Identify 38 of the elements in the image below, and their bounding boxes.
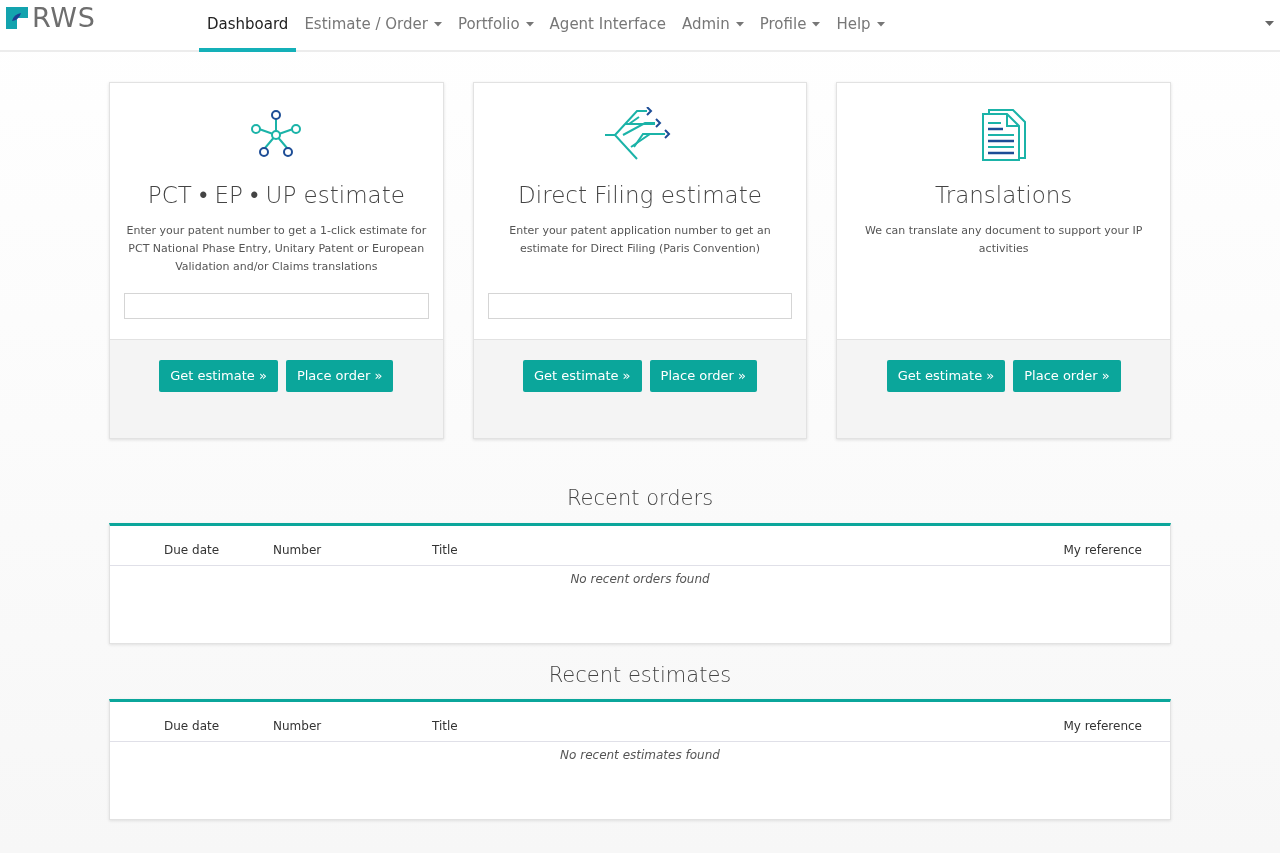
column-header: Due date bbox=[164, 541, 221, 559]
document-icon bbox=[980, 107, 1027, 161]
column-header: My reference bbox=[1063, 541, 1143, 559]
column-header: Title bbox=[432, 718, 459, 735]
action-button[interactable]: Get estimate » bbox=[522, 360, 642, 392]
caret-icon[interactable] bbox=[1265, 21, 1274, 27]
section-title: Recent orders bbox=[565, 485, 715, 512]
card-title: Direct Filing estimate bbox=[518, 181, 762, 210]
nav-tab[interactable]: Agent Interface bbox=[541, 0, 674, 52]
card-description: Enter your patent application number to get an estimate for Direct Filing (Paris Convention) bbox=[508, 222, 772, 257]
input-field[interactable] bbox=[124, 293, 429, 319]
action-button[interactable]: Place order » bbox=[1013, 360, 1121, 392]
nav-tab[interactable]: Admin bbox=[673, 0, 752, 52]
action-button[interactable]: Place order » bbox=[285, 360, 394, 392]
logo-icon bbox=[6, 6, 28, 29]
card-title: PCT • EP • UP estimate bbox=[147, 181, 405, 210]
column-header: Number bbox=[273, 718, 323, 735]
nav-tab[interactable]: Estimate / Order bbox=[296, 0, 450, 52]
column-header: My reference bbox=[1063, 718, 1143, 735]
empty-message: No recent orders found bbox=[569, 570, 711, 588]
action-button[interactable]: Get estimate » bbox=[159, 360, 278, 392]
action-button[interactable]: Place order » bbox=[649, 360, 757, 392]
nav-tab[interactable]: Help bbox=[828, 0, 893, 52]
section-title: Recent estimates bbox=[547, 661, 733, 689]
column-header: Number bbox=[273, 541, 323, 559]
card-title: Translations bbox=[935, 181, 1073, 210]
column-header: Due date bbox=[164, 718, 221, 735]
card-description: Enter your patent number to get a 1-click estimate for PCT National Phase Entry, Unitary Patent or European Validation and/or Claims translations bbox=[125, 222, 428, 275]
action-button[interactable]: Get estimate » bbox=[886, 360, 1006, 392]
nav-tab[interactable]: Dashboard bbox=[199, 0, 297, 52]
network-icon bbox=[250, 109, 303, 159]
logo-text: RWS bbox=[32, 4, 96, 31]
nav-tab[interactable]: Profile bbox=[751, 0, 829, 52]
column-header: Title bbox=[432, 541, 459, 559]
input-field[interactable] bbox=[487, 293, 793, 319]
nav-tab[interactable]: Portfolio bbox=[449, 0, 542, 52]
empty-message: No recent estimates found bbox=[559, 747, 721, 764]
card-description: We can translate any document to support your IP activities bbox=[863, 222, 1144, 257]
